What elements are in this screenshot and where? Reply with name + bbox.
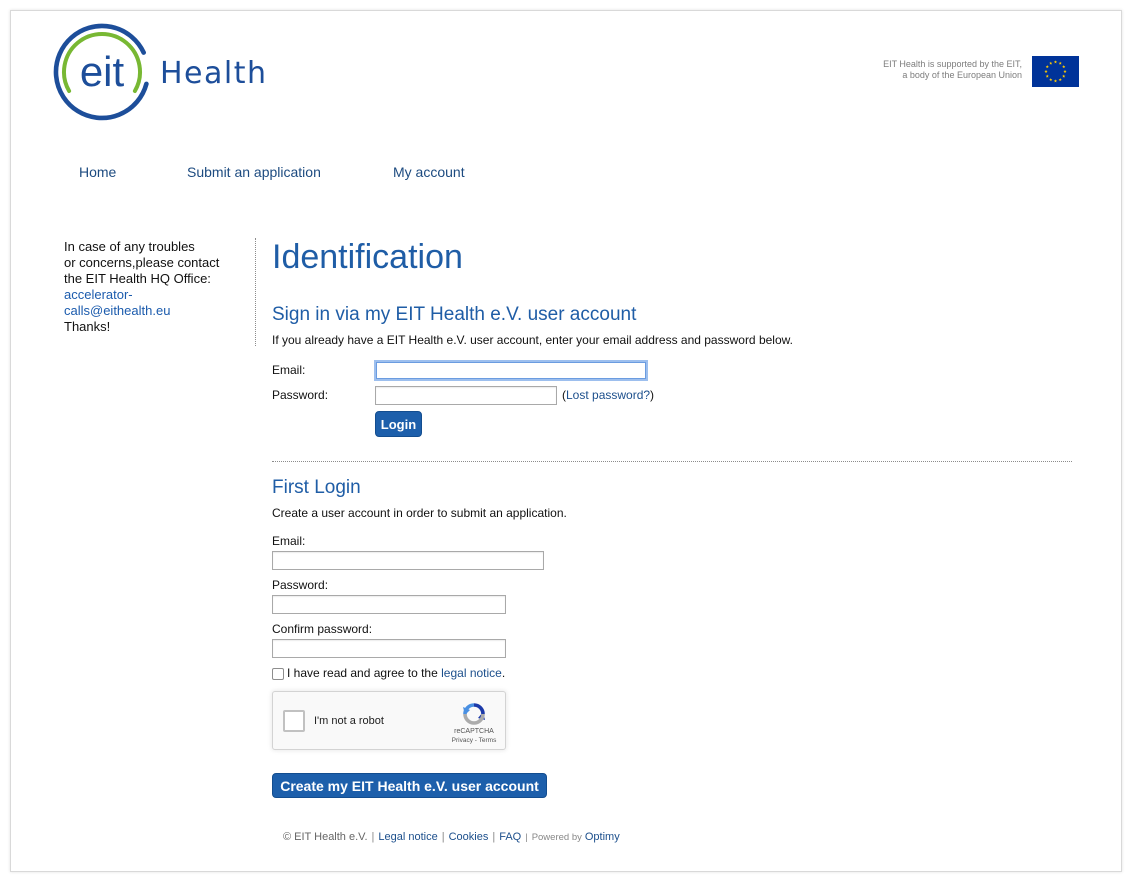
recaptcha-terms: Privacy - Terms [441,737,507,745]
contact-email-link[interactable]: accelerator-calls@eithealth.eu [64,287,214,319]
legal-notice-checkbox[interactable] [272,668,284,680]
footer-separator: | [525,832,528,843]
footer-separator: | [441,831,445,843]
login-button[interactable]: Login [375,411,422,437]
register-password-label: Password: [272,578,329,592]
confirm-password-input[interactable] [272,639,506,658]
lost-password: (Lost password?) [562,387,654,403]
footer-separator: | [492,831,496,843]
nav-my-account[interactable]: My account [393,163,465,181]
recaptcha-privacy-link[interactable]: Privacy [452,737,473,744]
footer-legal-notice-link[interactable]: Legal notice [378,831,437,843]
logo-wordmark: eit [80,48,125,95]
brand-name: Health [160,56,268,91]
confirm-password-label: Confirm password: [272,622,373,636]
first-login-heading: First Login [272,477,361,498]
recaptcha-terms-link[interactable]: Terms [479,737,497,744]
signin-heading: Sign in via my EIT Health e.V. user acco… [272,304,637,325]
footer-optimy-link[interactable]: Optimy [585,831,620,843]
register-email-label: Email: [272,534,306,548]
recaptcha-checkbox[interactable] [283,710,305,732]
footer-faq-link[interactable]: FAQ [499,831,521,843]
signin-email-label: Email: [272,363,306,377]
footer: © EIT Health e.V. | Legal notice | Cookies | F… [283,830,620,845]
nav-submit-application[interactable]: Submit an application [187,163,321,181]
footer-cookies-link[interactable]: Cookies [449,831,489,843]
lost-password-link[interactable]: Lost password? [566,388,650,402]
register-password-input[interactable] [272,595,506,614]
eu-notice-line: a body of the European Union [902,70,1022,80]
lost-password-paren-close: ) [650,388,655,402]
signin-email-input[interactable] [376,362,646,379]
agree-text: I have read and agree to the [287,666,442,680]
page-frame [10,10,1122,872]
signin-password-label: Password: [272,388,329,402]
footer-powered-by: Powered by [531,832,582,843]
section-divider [272,461,1072,462]
agree-end: . [501,666,506,680]
footer-copyright: © EIT Health e.V. [283,831,368,843]
sidebar-note-line: or concerns,please contact [64,255,220,270]
sidebar-note-line: the EIT Health HQ Office: [64,271,211,286]
legal-notice-agreement: I have read and agree to the legal notic… [287,665,505,681]
sidebar-thanks: Thanks! [64,319,111,334]
eit-logo-icon: eit [53,23,149,121]
recaptcha-logo-icon [463,703,485,725]
register-email-input[interactable] [272,551,544,570]
sidebar-divider [255,238,256,346]
sidebar-note-line: In case of any troubles [64,239,195,254]
recaptcha-label: I'm not a robot [314,715,384,727]
create-account-button[interactable]: Create my EIT Health e.V. user account [272,773,547,798]
eu-notice-line: EIT Health is supported by the EIT, [883,59,1022,69]
nav-home[interactable]: Home [79,163,116,181]
footer-separator: | [371,831,375,843]
legal-notice-link[interactable]: legal notice [441,666,502,680]
signin-password-input[interactable] [375,386,557,405]
first-login-intro: Create a user account in order to submit… [272,506,567,520]
sidebar-contact-note: In case of any troubles or concerns,plea… [64,239,244,335]
recaptcha-logo-arc [473,703,485,715]
eu-flag-icon [1032,56,1079,87]
recaptcha-brand: reCAPTCHA [454,728,494,735]
page-title: Identification [272,238,463,276]
eu-support-notice: EIT Health is supported by the EIT, a bo… [883,59,1022,81]
eit-health-logo-link[interactable]: eit Health [52,22,274,124]
recaptcha-widget: I'm not a robot reCAPTCHA Privacy - Term… [272,691,506,750]
signin-intro: If you already have a EIT Health e.V. us… [272,333,793,347]
